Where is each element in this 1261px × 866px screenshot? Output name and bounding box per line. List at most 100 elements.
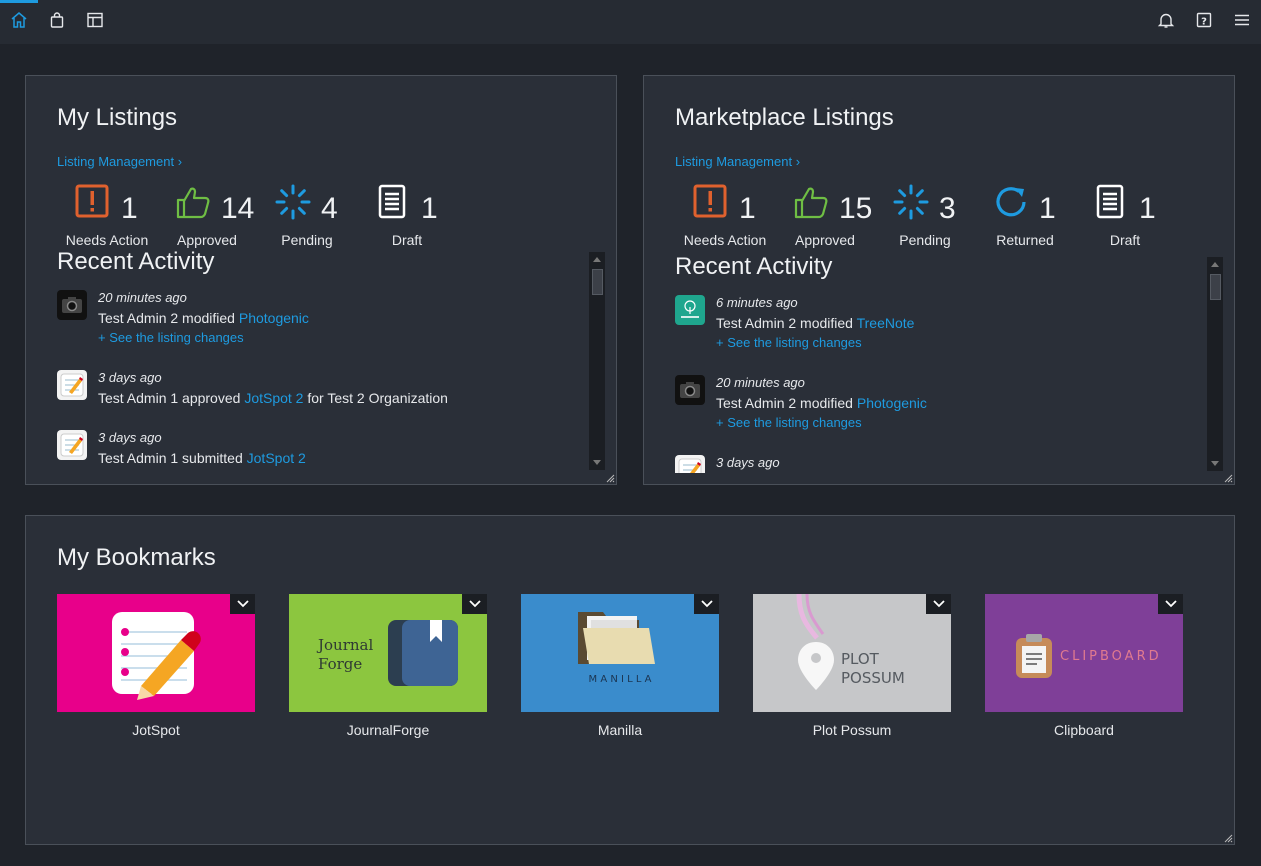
stat-pending[interactable]: 4 Pending — [257, 184, 357, 254]
activity-item: 3 days ago Test Admin 1 submitted JotSpo… — [57, 430, 577, 470]
resize-handle-icon[interactable] — [605, 473, 615, 483]
stat-approved[interactable]: 15 Approved — [775, 184, 875, 254]
activity-time: 20 minutes ago — [98, 290, 187, 305]
activity-listing-link[interactable]: Photogenic — [239, 310, 309, 326]
activity-scrollbar[interactable] — [1207, 257, 1223, 471]
marketplace-listings-panel: Marketplace Listings Listing Management … — [643, 75, 1235, 485]
activity-item: 6 minutes ago Test Admin 2 modified Tree… — [675, 295, 1195, 357]
top-bar: ? — [0, 0, 1261, 44]
bookmark-menu-button[interactable] — [694, 594, 719, 614]
document-icon — [1096, 184, 1124, 219]
bookmark-manilla[interactable]: M A N I L L A Manilla — [521, 594, 719, 739]
scroll-up-icon[interactable] — [1211, 262, 1219, 267]
activity-description: Test Admin 2 modified — [98, 310, 235, 326]
journalforge-tile-text-2: Forge — [318, 655, 363, 673]
scrollbar-thumb[interactable] — [592, 269, 603, 295]
stat-pending[interactable]: 3 Pending — [875, 184, 975, 254]
stat-value: 1 — [1139, 192, 1156, 225]
layout-icon[interactable] — [85, 10, 105, 30]
journalforge-tile: Journal Forge — [289, 594, 487, 712]
my-bookmarks-panel: My Bookmarks JotSpot Journal Forge Journ… — [25, 515, 1235, 845]
activity-scrollbar[interactable] — [589, 252, 605, 470]
stat-label: Approved — [795, 232, 855, 248]
bookmark-menu-button[interactable] — [1158, 594, 1183, 614]
chevron-down-icon — [700, 600, 713, 608]
plot-possum-tile-text-2: POSSUM — [841, 669, 905, 687]
book-icon — [388, 620, 458, 686]
notepad-icon — [57, 370, 87, 400]
stat-draft[interactable]: 1 Draft — [1075, 184, 1175, 254]
alert-icon — [75, 184, 109, 218]
scroll-down-icon[interactable] — [1211, 461, 1219, 466]
activity-listing-link[interactable]: TreeNote — [857, 315, 915, 331]
activity-text: Test Admin 2 modified Photogenic — [716, 395, 927, 411]
activity-description: Test Admin 2 modified — [716, 315, 853, 331]
panel-title: Marketplace Listings — [675, 104, 894, 131]
stat-approved[interactable]: 14 Approved — [157, 184, 257, 254]
bookmark-plot-possum[interactable]: PLOT POSSUM Plot Possum — [753, 594, 951, 739]
chevron-down-icon — [1164, 600, 1177, 608]
activity-text: Test Admin 2 modified TreeNote — [716, 315, 914, 331]
scrollbar-thumb[interactable] — [1210, 274, 1221, 300]
bookmark-menu-button[interactable] — [926, 594, 951, 614]
stat-draft[interactable]: 1 Draft — [357, 184, 457, 254]
stat-label: Returned — [996, 232, 1054, 248]
activity-listing-link[interactable]: Photogenic — [857, 395, 927, 411]
see-listing-changes-link[interactable]: + See the listing changes — [98, 330, 244, 345]
jotspot-logo-icon — [112, 612, 201, 700]
clipboard-tile: CLIPBOARD — [985, 594, 1183, 712]
scroll-down-icon[interactable] — [593, 460, 601, 465]
panel-title: My Listings — [57, 104, 178, 131]
see-listing-changes-link[interactable]: + See the listing changes — [716, 415, 862, 430]
bookmark-jotspot[interactable]: JotSpot — [57, 594, 255, 739]
activity-item: 20 minutes ago Test Admin 2 modified Pho… — [57, 290, 577, 352]
resize-handle-icon[interactable] — [1223, 473, 1233, 483]
chevron-down-icon — [236, 600, 249, 608]
stat-returned[interactable]: 1 Returned — [975, 184, 1075, 254]
activity-listing-link[interactable]: JotSpot 2 — [247, 450, 306, 466]
stat-needs-action[interactable]: 1 Needs Action — [57, 184, 157, 254]
stat-label: Draft — [1109, 232, 1141, 248]
shopping-bag-icon[interactable] — [47, 10, 67, 30]
bookmark-name: Clipboard — [1054, 722, 1114, 738]
see-listing-changes-link[interactable]: + See the listing changes — [716, 335, 862, 350]
stat-needs-action[interactable]: 1 Needs Action — [675, 184, 775, 254]
activity-list: 20 minutes ago Test Admin 2 modified Pho… — [57, 290, 577, 470]
treenote-icon — [675, 295, 705, 325]
activity-suffix: for Test 2 Organization — [307, 390, 448, 406]
help-icon[interactable]: ? — [1194, 10, 1214, 30]
camera-icon — [675, 375, 705, 405]
camera-icon — [57, 290, 87, 320]
activity-item: 3 days ago Test Admin 1 approved JotSpot… — [57, 370, 577, 432]
activity-description: Test Admin 2 modified — [716, 395, 853, 411]
bookmark-menu-button[interactable] — [230, 594, 255, 614]
scroll-up-icon[interactable] — [593, 257, 601, 262]
listing-management-label: Listing Management — [675, 154, 793, 169]
bell-icon[interactable] — [1156, 10, 1176, 30]
listing-management-label: Listing Management — [57, 154, 175, 169]
bookmark-clipboard[interactable]: CLIPBOARD Clipboard — [985, 594, 1183, 739]
chevron-down-icon — [468, 600, 481, 608]
activity-item: 3 days ago — [675, 455, 1195, 473]
stat-value: 4 — [321, 192, 338, 225]
chevron-down-icon — [932, 600, 945, 608]
resize-handle-icon[interactable] — [1223, 833, 1233, 843]
journalforge-tile-text-1: Journal — [318, 636, 374, 654]
bookmark-name: Manilla — [597, 722, 643, 738]
jotspot-tile — [57, 594, 255, 712]
activity-listing-link[interactable]: JotSpot 2 — [244, 390, 303, 406]
listing-management-link[interactable]: Listing Management › — [675, 154, 800, 169]
listing-management-link[interactable]: Listing Management › — [57, 154, 182, 169]
home-icon[interactable] — [9, 10, 29, 30]
bookmark-journalforge[interactable]: Journal Forge JournalForge — [289, 594, 487, 739]
notepad-icon — [675, 455, 705, 473]
pending-spinner-icon — [275, 184, 311, 220]
document-icon — [378, 184, 406, 219]
menu-icon[interactable] — [1232, 10, 1252, 30]
stat-label: Needs Action — [65, 232, 149, 248]
activity-item: 20 minutes ago Test Admin 2 modified Pho… — [675, 375, 1195, 437]
folder-icon — [578, 612, 655, 664]
bookmark-menu-button[interactable] — [462, 594, 487, 614]
thumbs-up-icon — [794, 187, 828, 219]
stat-label: Draft — [391, 232, 423, 248]
